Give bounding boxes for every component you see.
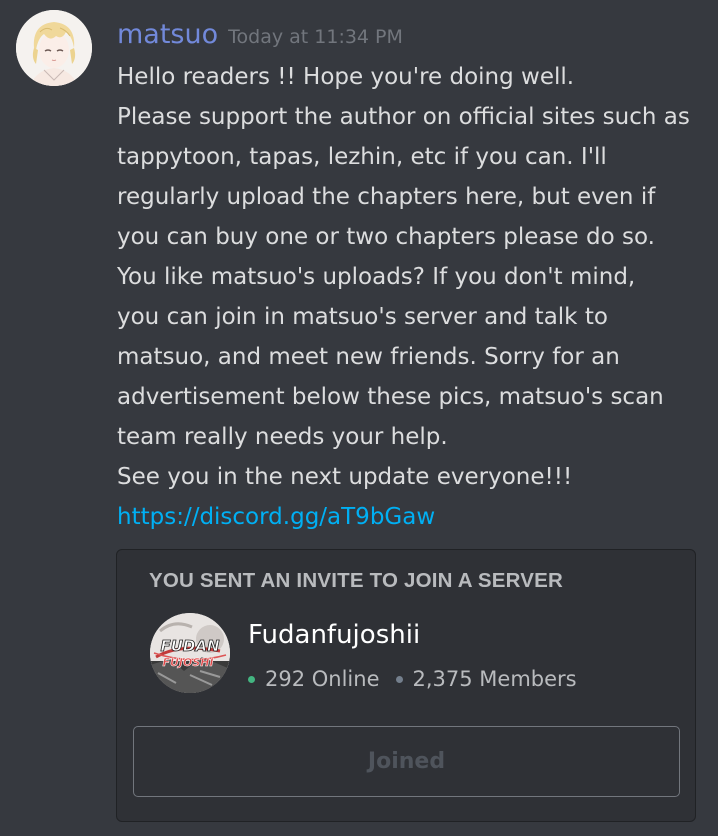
invite-title: YOU SENT AN INVITE TO JOIN A SERVER <box>149 569 564 592</box>
online-count: 292 Online <box>265 667 380 691</box>
server-logo-text-bottom: FUJOSHI <box>162 656 213 669</box>
avatar-illustration-icon <box>16 10 92 86</box>
message-header: matsuo Today at 11:34 PM <box>117 17 403 53</box>
message-line: tappytoon, tapas, lezhin, etc if you can… <box>117 144 607 170</box>
invite-link[interactable]: https://discord.gg/aT9bGaw <box>117 504 435 530</box>
member-count: 2,375 Members <box>412 667 577 691</box>
server-invite-embed: YOU SENT AN INVITE TO JOIN A SERVER FUDA… <box>116 549 696 822</box>
username[interactable]: matsuo <box>117 19 218 50</box>
message-line: team really needs your help. <box>117 424 448 450</box>
message-line: regularly upload the chapters here, but … <box>117 184 656 210</box>
message-line: Hello readers !! Hope you're doing well. <box>117 64 575 90</box>
message-line: matsuo, and meet new friends. Sorry for … <box>117 344 620 370</box>
members-status-icon <box>395 675 403 683</box>
server-icon[interactable]: FUDAN FUJOSHI <box>150 613 230 693</box>
server-name[interactable]: Fudanfujoshii <box>248 620 420 650</box>
user-avatar[interactable] <box>16 10 92 86</box>
message-line: Please support the author on official si… <box>117 104 690 130</box>
message-line: See you in the next update everyone!!! <box>117 464 573 490</box>
server-logo-icon: FUDAN FUJOSHI <box>150 613 230 693</box>
message-line: You like matsuo's uploads? If you don't … <box>117 264 636 290</box>
chat-message: matsuo Today at 11:34 PM Hello readers !!… <box>0 0 718 836</box>
online-status-icon <box>248 675 255 683</box>
timestamp: Today at 11:34 PM <box>228 26 403 48</box>
message-line: you can join in matsuo's server and talk… <box>117 304 608 330</box>
server-stats: 292 Online 2,375 Members <box>248 667 577 691</box>
message-content: Hello readers !! Hope you're doing well.… <box>117 57 717 537</box>
message-line: you can buy one or two chapters please d… <box>117 224 655 250</box>
server-logo-text-top: FUDAN <box>160 637 219 655</box>
joined-button[interactable]: Joined <box>133 726 680 797</box>
message-line: advertisement below these pics, matsuo's… <box>117 384 664 410</box>
